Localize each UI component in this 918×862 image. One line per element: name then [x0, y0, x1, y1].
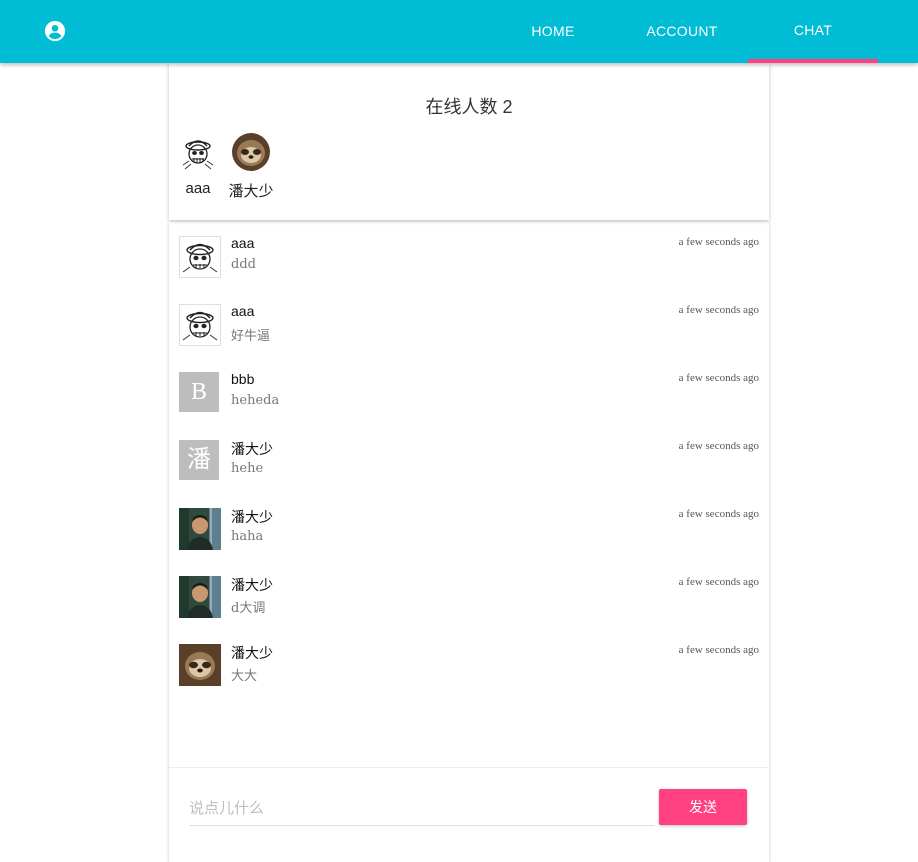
- message-text: ddd: [231, 257, 256, 272]
- message-time: a few seconds ago: [678, 644, 759, 656]
- letter-avatar: B: [179, 372, 219, 412]
- message-item: B bbb heheda a few seconds ago: [169, 358, 769, 418]
- letter-avatar: 潘: [179, 440, 219, 480]
- skull-sketch-avatar-icon: [179, 133, 217, 171]
- message-item: 潘大少 d大调 a few seconds ago: [169, 562, 769, 622]
- message-time: a few seconds ago: [678, 440, 759, 452]
- account-circle-icon[interactable]: [44, 20, 66, 42]
- message-item: aaa 好牛逼 a few seconds ago: [169, 290, 769, 350]
- skull-sketch-avatar-icon: [179, 304, 221, 346]
- chat-card: aaa ddd a few seconds ago aaa 好牛逼 a few …: [169, 222, 769, 862]
- online-user[interactable]: aaa: [179, 133, 217, 197]
- composer-divider: [169, 767, 769, 768]
- message-author: 潘大少: [231, 441, 273, 457]
- message-author: 潘大少: [231, 509, 273, 525]
- message-item: aaa ddd a few seconds ago: [169, 222, 769, 282]
- message-text: 好牛逼: [231, 329, 271, 344]
- message-time: a few seconds ago: [678, 576, 759, 588]
- app-bar: HOME ACCOUNT CHAT: [0, 0, 918, 63]
- boy-photo-avatar-icon: [179, 576, 221, 618]
- tab-home[interactable]: HOME: [490, 0, 616, 63]
- sloth-avatar-icon: [179, 644, 221, 686]
- message-author: bbb: [231, 371, 255, 387]
- message-author: 潘大少: [231, 577, 273, 593]
- message-item: 潘 潘大少 hehe a few seconds ago: [169, 426, 769, 486]
- sloth-avatar-icon: [232, 133, 270, 171]
- message-author: 潘大少: [231, 645, 273, 661]
- online-user[interactable]: 潘大少: [227, 133, 275, 201]
- message-time: a few seconds ago: [678, 372, 759, 384]
- message-input[interactable]: [189, 792, 655, 826]
- message-item: 潘大少 haha a few seconds ago: [169, 494, 769, 554]
- skull-sketch-avatar-icon: [179, 236, 221, 278]
- message-text: d大调: [231, 601, 266, 616]
- message-time: a few seconds ago: [678, 508, 759, 520]
- online-user-name: aaa: [185, 180, 211, 197]
- message-time: a few seconds ago: [678, 304, 759, 316]
- message-text: hehe: [231, 461, 264, 476]
- message-text: haha: [231, 529, 264, 544]
- active-tab-indicator: [748, 59, 878, 63]
- message-text: 大大: [231, 669, 258, 684]
- online-count-title: 在线人数 2: [425, 97, 513, 117]
- message-item: 潘大少 大大 a few seconds ago: [169, 630, 769, 690]
- message-time: a few seconds ago: [678, 236, 759, 248]
- message-author: aaa: [231, 303, 255, 319]
- online-user-name: 潘大少: [228, 183, 274, 200]
- tab-chat[interactable]: CHAT: [748, 0, 878, 62]
- boy-photo-avatar-icon: [179, 508, 221, 550]
- tab-account[interactable]: ACCOUNT: [619, 0, 745, 63]
- message-text: heheda: [231, 393, 280, 408]
- message-author: aaa: [231, 235, 255, 251]
- online-users-card: 在线人数 2 aaa 潘大少: [169, 63, 769, 220]
- send-button[interactable]: 发送: [659, 789, 747, 825]
